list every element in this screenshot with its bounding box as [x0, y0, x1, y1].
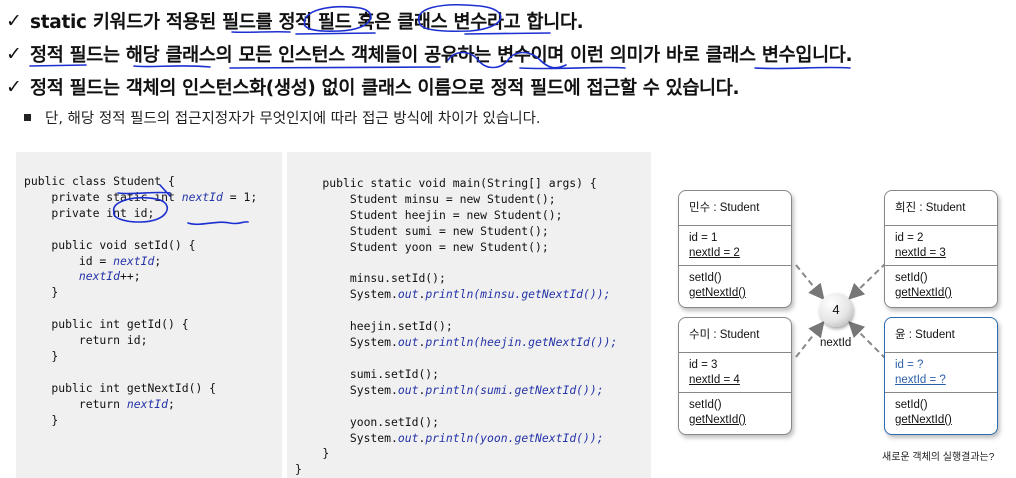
square-bullet-icon	[24, 114, 31, 121]
code-line: }	[24, 285, 59, 300]
object-method-getnextid: getNextId()	[895, 414, 952, 426]
object-methods: setId() getNextId()	[885, 266, 997, 307]
object-fields: id = 1 nextId = 2	[679, 226, 791, 266]
code-line: public int getNextId() {	[24, 380, 217, 395]
object-nextid: nextId = 2	[689, 247, 740, 259]
object-box-yoon: 윤 : Student id = ? nextId = ? setId() ge…	[884, 317, 998, 435]
object-method-getnextid: getNextId()	[689, 414, 746, 426]
object-method-getnextid: getNextId()	[689, 287, 746, 299]
code-line: Student sumi = new Student();	[295, 223, 549, 238]
code-line: nextId++;	[78, 269, 141, 284]
code-line: public class Student {	[24, 174, 175, 188]
sub-bullet: 단, 해당 정적 필드의 접근지정자가 무엇인지에 따라 접근 방식에 차이가 …	[24, 107, 541, 128]
object-method-setid: setId()	[895, 399, 928, 411]
bullet-list: ✓ static 키워드가 적용된 필드를 정적 필드 혹은 클래스 변수라고 …	[6, 4, 1011, 103]
check-icon: ✓	[6, 75, 22, 98]
code-line: }	[295, 446, 330, 461]
object-id: id = ?	[895, 359, 924, 371]
object-title: 희진 : Student	[885, 191, 997, 226]
object-methods: setId() getNextId()	[885, 393, 997, 434]
arrow-heejin	[848, 262, 887, 300]
code-line: public static void main(String[] args) {	[295, 176, 597, 190]
arrow-sumi	[795, 320, 825, 358]
code-line: Student heejin = new Student();	[295, 207, 563, 222]
code-line: System.out.println(heejin.getNextId());	[295, 335, 618, 350]
arrow-minsu	[795, 264, 825, 301]
code-line: public void setId() {	[24, 237, 196, 252]
code-line: System.out.println(sumi.getNextId());	[295, 382, 604, 397]
bullet-2-text: 정적 필드는 해당 클래스의 모든 인스턴스 객체들이 공유하는 변수이며 이런…	[30, 44, 853, 66]
object-fields: id = 2 nextId = 3	[885, 226, 997, 266]
sub-bullet-text: 단, 해당 정적 필드의 접근지정자가 무엇인지에 따라 접근 방식에 차이가 …	[45, 111, 541, 127]
object-box-minsu: 민수 : Student id = 1 nextId = 2 setId() g…	[678, 190, 792, 308]
code-line: Student yoon = new Student();	[295, 239, 549, 254]
code-line: yoon.setId();	[295, 414, 440, 429]
bullet-1-text: static 키워드가 적용된 필드를 정적 필드 혹은 클래스 변수라고 합니…	[30, 11, 584, 33]
code-line: return id;	[24, 333, 148, 348]
object-nextid: nextId = 3	[895, 247, 946, 259]
check-icon: ✓	[6, 9, 22, 32]
code-main-method: public static void main(String[] args) {…	[295, 176, 617, 478]
code-line: Student minsu = new Student();	[295, 191, 556, 206]
code-line: System.out.println(minsu.getNextId());	[295, 287, 611, 302]
code-line: heejin.setId();	[295, 319, 453, 334]
code-line: }	[24, 412, 59, 427]
object-nextid: nextId = ?	[895, 374, 946, 386]
code-line: id = nextId;	[24, 253, 162, 268]
object-title: 민수 : Student	[679, 191, 791, 226]
code-panel-student-class: public class Student { private static in…	[16, 152, 282, 478]
code-line: System.out.println(yoon.getNextId());	[295, 430, 604, 445]
bullet-1: ✓ static 키워드가 적용된 필드를 정적 필드 혹은 클래스 변수라고 …	[6, 4, 1011, 37]
bullet-3: ✓ 정적 필드는 객체의 인스턴스화(생성) 없이 클래스 이름으로 정적 필드…	[6, 70, 1011, 103]
code-line-static-field: private static int nextId = 1;	[24, 189, 258, 204]
object-method-setid: setId()	[689, 399, 722, 411]
code-line: minsu.setId();	[295, 271, 446, 286]
object-box-heejin: 희진 : Student id = 2 nextId = 3 setId() g…	[884, 190, 998, 308]
object-fields: id = 3 nextId = 4	[679, 353, 791, 393]
object-box-sumi: 수미 : Student id = 3 nextId = 4 setId() g…	[678, 317, 792, 435]
arrow-yoon	[848, 321, 887, 360]
object-id: id = 3	[689, 359, 718, 371]
shared-nextid-label: nextId	[820, 337, 852, 349]
code-panel-main: public static void main(String[] args) {…	[287, 152, 651, 478]
bullet-3-text: 정적 필드는 객체의 인스턴스화(생성) 없이 클래스 이름으로 정적 필드에 …	[30, 77, 740, 99]
code-line: private int id;	[24, 205, 155, 220]
object-title: 윤 : Student	[885, 318, 997, 353]
object-method-setid: setId()	[689, 272, 722, 284]
object-methods: setId() getNextId()	[679, 266, 791, 307]
object-nextid: nextId = 4	[689, 374, 740, 386]
bullet-2: ✓ 정적 필드는 해당 클래스의 모든 인스턴스 객체들이 공유하는 변수이며 …	[6, 37, 1011, 70]
object-method-getnextid: getNextId()	[895, 287, 952, 299]
code-line: return nextId;	[24, 396, 175, 411]
object-title: 수미 : Student	[679, 318, 791, 353]
object-id: id = 2	[895, 232, 924, 244]
code-line: public int getId() {	[24, 317, 189, 332]
diagram-caption: 새로운 객체의 실행결과는?	[882, 452, 995, 463]
object-id: id = 1	[689, 232, 718, 244]
object-methods: setId() getNextId()	[679, 393, 791, 434]
code-line: }	[24, 348, 59, 363]
check-icon: ✓	[6, 42, 22, 65]
object-fields: id = ? nextId = ?	[885, 353, 997, 393]
shared-nextid-circle: 4	[819, 293, 853, 327]
object-diagram: 민수 : Student id = 1 nextId = 2 setId() g…	[670, 185, 1016, 478]
code-line: sumi.setId();	[295, 366, 440, 381]
code-student-class: public class Student { private static in…	[24, 174, 257, 429]
code-line: }	[295, 462, 302, 477]
object-method-setid: setId()	[895, 272, 928, 284]
